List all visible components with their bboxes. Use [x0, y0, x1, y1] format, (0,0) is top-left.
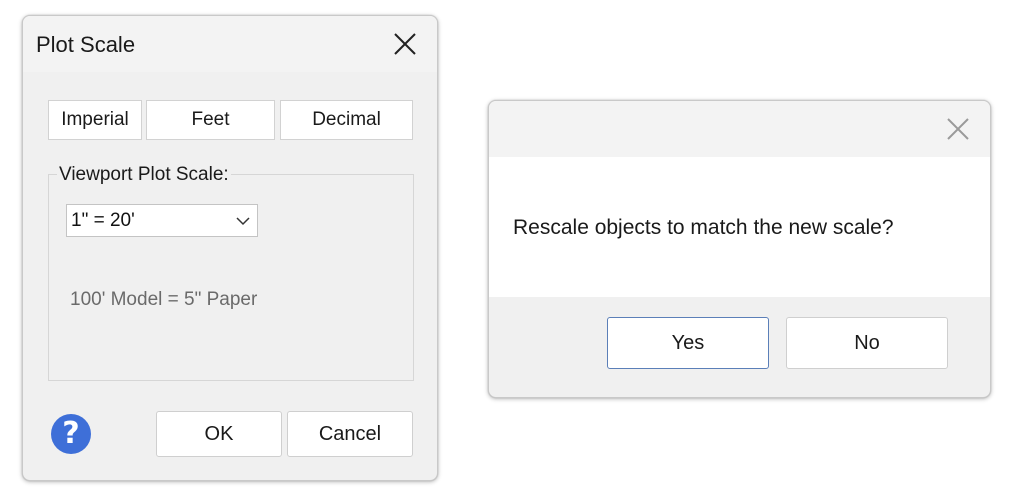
tab-feet[interactable]: Feet — [146, 100, 275, 140]
yes-button[interactable]: Yes — [607, 317, 769, 369]
confirm-content: Rescale objects to match the new scale? — [489, 157, 990, 297]
close-icon[interactable] — [945, 116, 971, 142]
confirm-message: Rescale objects to match the new scale? — [513, 216, 894, 239]
cancel-button[interactable]: Cancel — [287, 411, 413, 457]
dialog-title: Plot Scale — [36, 32, 136, 57]
ok-button[interactable]: OK — [156, 411, 282, 457]
tab-decimal[interactable]: Decimal — [280, 100, 413, 140]
tab-imperial[interactable]: Imperial — [48, 100, 142, 140]
plot-scale-dialog: Plot Scale Imperial Feet Decimal Viewpor… — [22, 15, 438, 481]
close-icon[interactable] — [392, 31, 418, 57]
group-label: Viewport Plot Scale: — [57, 164, 231, 186]
chevron-down-icon — [235, 214, 251, 232]
help-icon[interactable]: ? — [51, 414, 91, 454]
scale-select-value: 1" = 20' — [71, 210, 135, 231]
scale-select[interactable]: 1" = 20' — [66, 204, 258, 237]
confirm-titlebar[interactable] — [489, 101, 990, 157]
scale-ratio-text: 100' Model = 5" Paper — [70, 289, 258, 310]
rescale-confirm-dialog: Rescale objects to match the new scale? … — [488, 100, 991, 398]
plot-scale-titlebar[interactable]: Plot Scale — [23, 16, 437, 72]
help-icon-glyph: ? — [62, 416, 80, 451]
no-button[interactable]: No — [786, 317, 948, 369]
